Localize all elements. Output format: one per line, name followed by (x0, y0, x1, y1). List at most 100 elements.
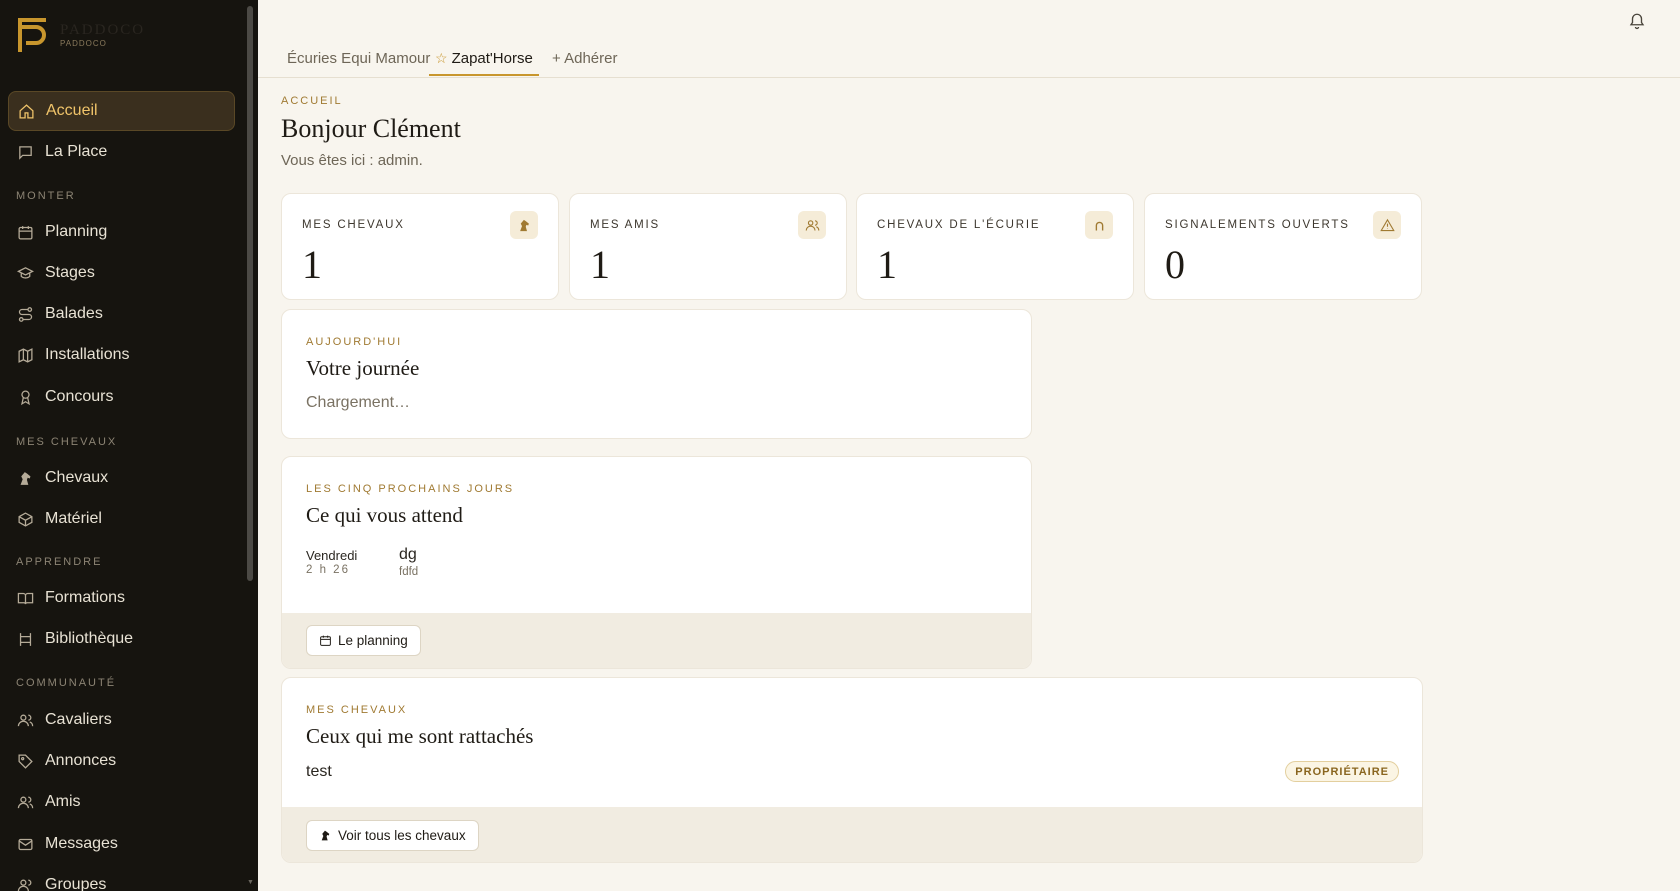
stat-card-signalements[interactable]: SIGNALEMENTS OUVERTS 0 (1144, 193, 1422, 300)
tab-label: + Adhérer (552, 50, 618, 67)
message-square-icon (16, 143, 34, 161)
stat-card-mes-chevaux[interactable]: MES CHEVAUX 1 (281, 193, 559, 300)
stat-label: SIGNALEMENTS OUVERTS (1165, 219, 1350, 231)
sidebar-item-la-place[interactable]: La Place (8, 132, 235, 172)
loading-text: Chargement… (306, 394, 411, 411)
sidebar-item-planning[interactable]: Planning (8, 212, 235, 252)
home-icon (17, 102, 35, 120)
sidebar-item-label: Amis (45, 793, 81, 810)
section-label-mes-chevaux: MES CHEVAUX (16, 436, 118, 448)
sidebar-item-cavaliers[interactable]: Cavaliers (8, 700, 235, 740)
stat-value: 1 (590, 242, 610, 287)
book-open-icon (16, 589, 34, 607)
upcoming-title: Ce qui vous attend (306, 503, 463, 527)
sidebar-item-label: Concours (45, 388, 114, 405)
sidebar-item-chevaux[interactable]: Chevaux (8, 458, 235, 498)
library-icon (16, 630, 34, 648)
sidebar-item-label: Matériel (45, 510, 102, 527)
sidebar-item-accueil[interactable]: Accueil (8, 91, 235, 131)
stat-label: MES AMIS (590, 219, 660, 231)
sidebar-item-label: Planning (45, 223, 108, 240)
horseshoe-icon (1085, 211, 1113, 239)
sidebar-item-formations[interactable]: Formations (8, 578, 235, 618)
calendar-icon (320, 635, 331, 646)
event-time: 2 h 26 (306, 564, 350, 576)
scroll-down-arrow-icon[interactable]: ▼ (247, 879, 255, 887)
upcoming-panel: LES CINQ PROCHAINS JOURS Ce qui vous att… (281, 456, 1032, 669)
sidebar-item-label: Messages (45, 835, 118, 852)
sidebar-item-label: Accueil (46, 102, 98, 119)
sidebar-item-installations[interactable]: Installations (8, 335, 235, 375)
mail-icon (16, 835, 34, 853)
brand-subtitle: PADDOCO (60, 39, 107, 48)
event-day: Vendredi (306, 548, 358, 563)
sidebar-item-balades[interactable]: Balades (8, 294, 235, 334)
award-icon (16, 388, 34, 406)
tab-zapat-horse[interactable]: ☆ Zapat'Horse (435, 50, 533, 67)
horses-panel: MES CHEVAUX Ceux qui me sont rattachés t… (281, 677, 1423, 863)
today-eyebrow: AUJOURD'HUI (306, 336, 403, 348)
sidebar-item-bibliotheque[interactable]: Bibliothèque (8, 619, 235, 659)
sidebar-item-stages[interactable]: Stages (8, 253, 235, 293)
stat-value: 1 (302, 242, 322, 287)
upcoming-eyebrow: LES CINQ PROCHAINS JOURS (306, 483, 515, 495)
horse-name[interactable]: test (306, 763, 332, 781)
brand-logo (18, 18, 46, 52)
event-title: dg (399, 546, 417, 563)
tab-label: Zapat'Horse (451, 50, 533, 67)
today-panel: AUJOURD'HUI Votre journée Chargement… (281, 309, 1032, 439)
sidebar-item-label: Annonces (45, 752, 117, 769)
sidebar-scrollbar[interactable] (247, 6, 253, 581)
stat-card-chevaux-ecurie[interactable]: CHEVAUX DE L'ÉCURIE 1 (856, 193, 1134, 300)
sidebar: PADDOCO PADDOCO Accueil La Place MONTER … (0, 0, 258, 891)
section-label-monter: MONTER (16, 190, 76, 202)
horses-eyebrow: MES CHEVAUX (306, 704, 408, 716)
tab-label: Écuries Equi Mamour (287, 50, 431, 67)
brand-name: PADDOCO (60, 22, 146, 38)
planning-button[interactable]: Le planning (306, 625, 421, 656)
users-icon (16, 876, 34, 891)
sidebar-item-label: Chevaux (45, 469, 109, 486)
tag-icon (16, 752, 34, 770)
users-icon (16, 711, 34, 729)
tab-ecuries-equi-mamour[interactable]: Écuries Equi Mamour (287, 50, 430, 67)
club-tabs: Écuries Equi Mamour ☆ Zapat'Horse + Adhé… (258, 40, 1680, 78)
stat-label: CHEVAUX DE L'ÉCURIE (877, 219, 1041, 231)
sidebar-item-amis[interactable]: Amis (8, 782, 235, 822)
sidebar-item-annonces[interactable]: Annonces (8, 741, 235, 781)
sidebar-item-label: Cavaliers (45, 711, 112, 728)
view-all-horses-button[interactable]: Voir tous les chevaux (306, 820, 479, 851)
tab-adherer[interactable]: + Adhérer (552, 50, 617, 67)
view-all-horses-label: Voir tous les chevaux (338, 828, 466, 843)
today-title: Votre journée (306, 356, 420, 380)
graduation-cap-icon (16, 264, 34, 282)
users-icon (16, 793, 34, 811)
horses-title: Ceux qui me sont rattachés (306, 724, 534, 748)
route-icon (16, 305, 34, 323)
stat-card-mes-amis[interactable]: MES AMIS 1 (569, 193, 847, 300)
sidebar-item-label: Bibliothèque (45, 630, 134, 647)
stat-label: MES CHEVAUX (302, 219, 405, 231)
stat-value: 0 (1165, 242, 1185, 287)
sidebar-item-messages[interactable]: Messages (8, 824, 235, 864)
users-icon (798, 211, 826, 239)
bell-icon[interactable] (1628, 12, 1646, 30)
section-label-apprendre: APPRENDRE (16, 556, 103, 568)
event-subtitle: fdfd (399, 566, 419, 578)
calendar-icon (16, 223, 34, 241)
stat-value: 1 (877, 242, 897, 287)
horse-icon (510, 211, 538, 239)
sidebar-item-materiel[interactable]: Matériel (8, 499, 235, 539)
sidebar-item-label: Formations (45, 589, 126, 606)
page-title: Bonjour Clément (281, 114, 461, 143)
page-eyebrow: ACCUEIL (281, 95, 343, 107)
sidebar-item-concours[interactable]: Concours (8, 377, 235, 417)
warning-icon (1373, 211, 1401, 239)
sidebar-item-groupes[interactable]: Groupes (8, 865, 235, 891)
section-label-communaute: COMMUNAUTÉ (16, 677, 117, 689)
sidebar-item-label: Groupes (45, 876, 107, 891)
sidebar-item-label: La Place (45, 143, 108, 160)
sidebar-item-label: Installations (45, 346, 130, 363)
active-tab-indicator (429, 74, 539, 76)
sidebar-item-label: Stages (45, 264, 95, 281)
